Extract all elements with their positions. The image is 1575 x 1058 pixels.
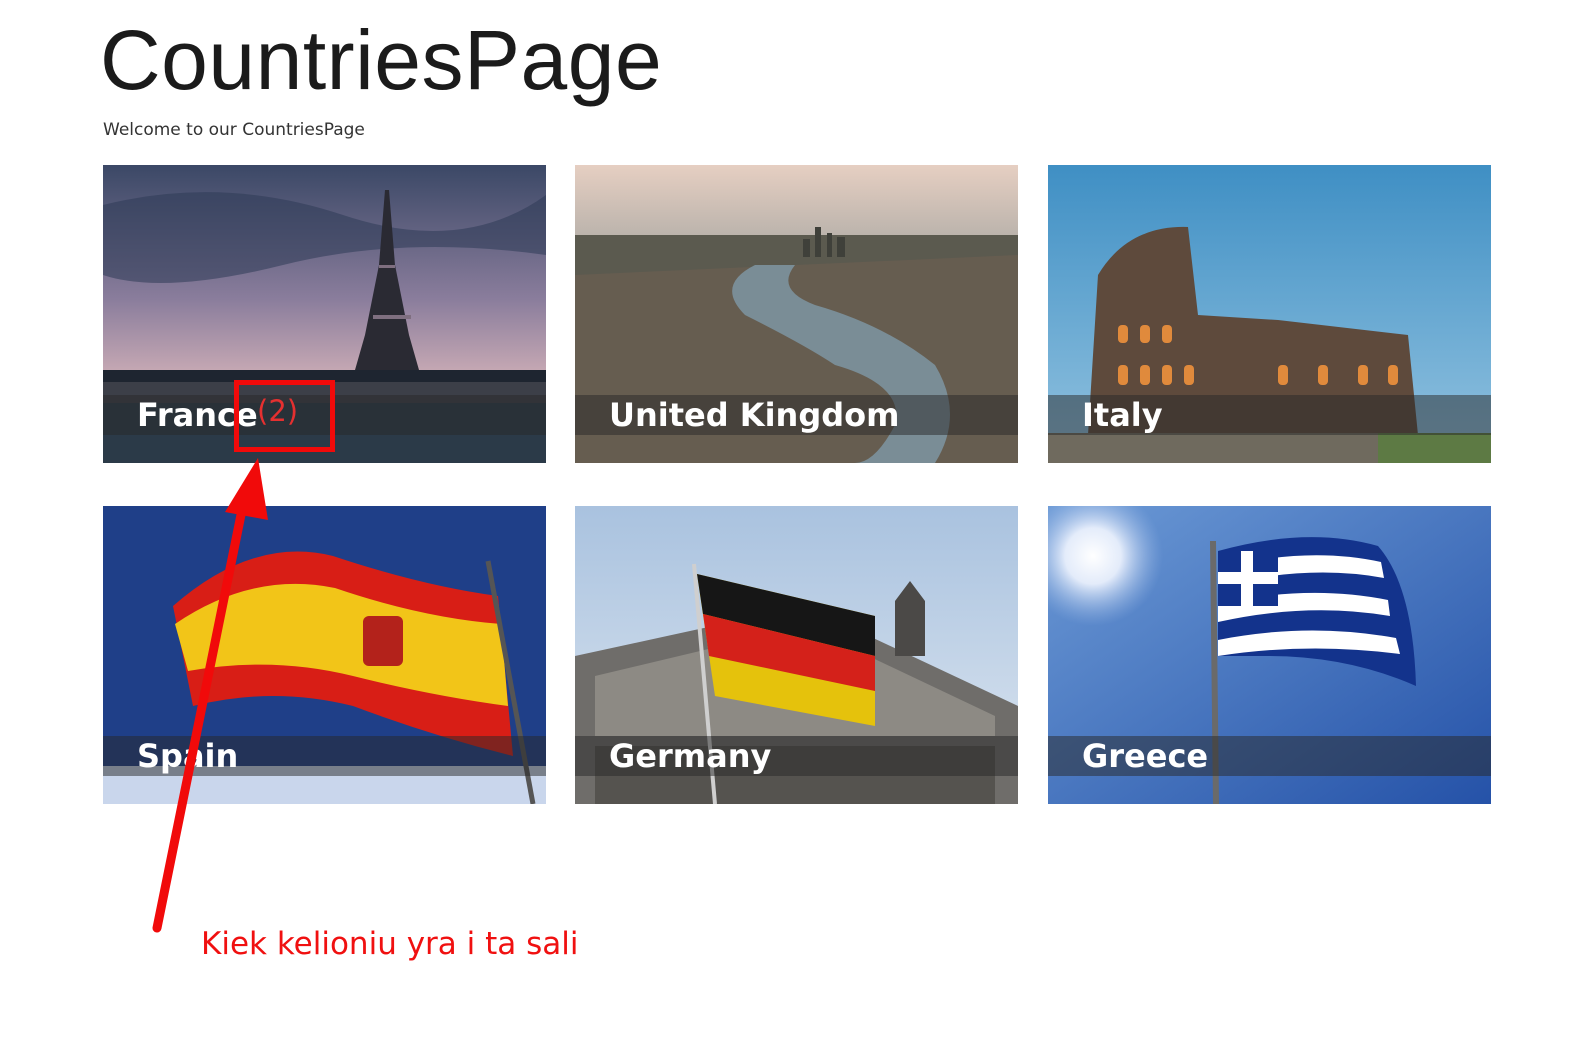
annotation-text: Kiek kelioniu yra i ta sali	[201, 926, 579, 962]
annotation-arrow	[152, 458, 268, 933]
